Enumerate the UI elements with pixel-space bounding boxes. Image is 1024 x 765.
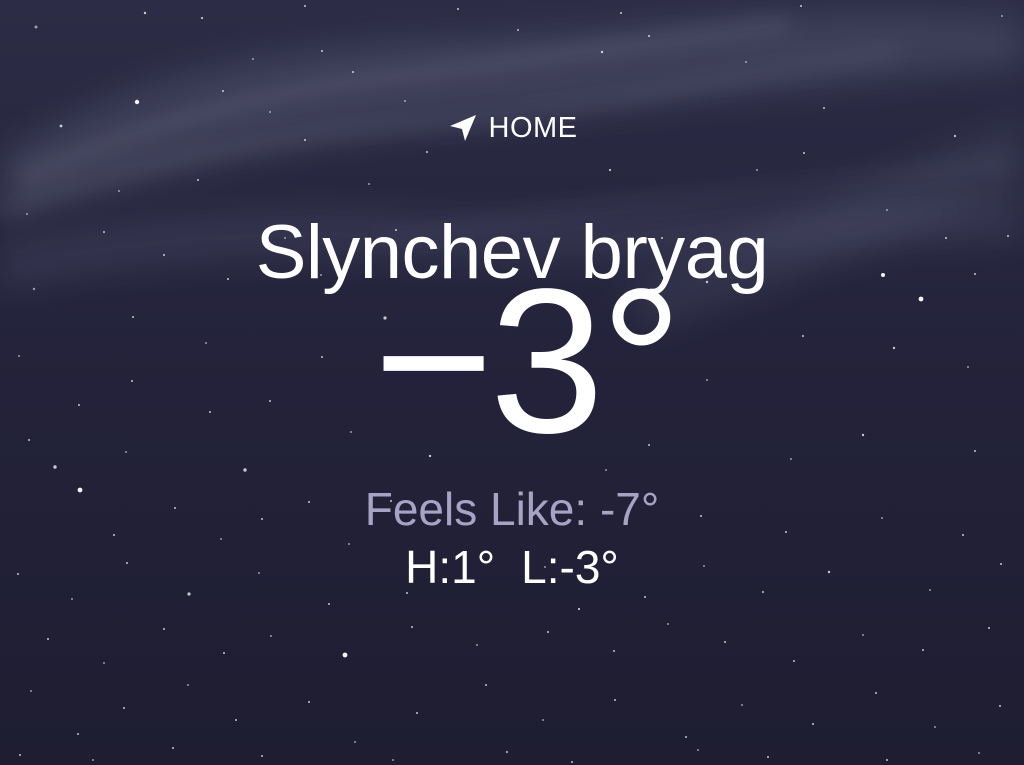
- current-temperature: −3°: [373, 246, 682, 476]
- low-temperature: L:-3°: [521, 541, 619, 593]
- high-low-row: H:1° L:-3°: [0, 540, 1024, 595]
- location-arrow-icon: [447, 112, 479, 144]
- high-temperature: H:1°: [405, 541, 496, 593]
- feels-like-temperature: Feels Like: -7°: [364, 483, 660, 535]
- weather-header: HOME Slynchev bryag −3° Feels Like: -7° …: [0, 0, 1024, 765]
- location-row: HOME: [0, 108, 1024, 148]
- location-label: HOME: [488, 111, 578, 144]
